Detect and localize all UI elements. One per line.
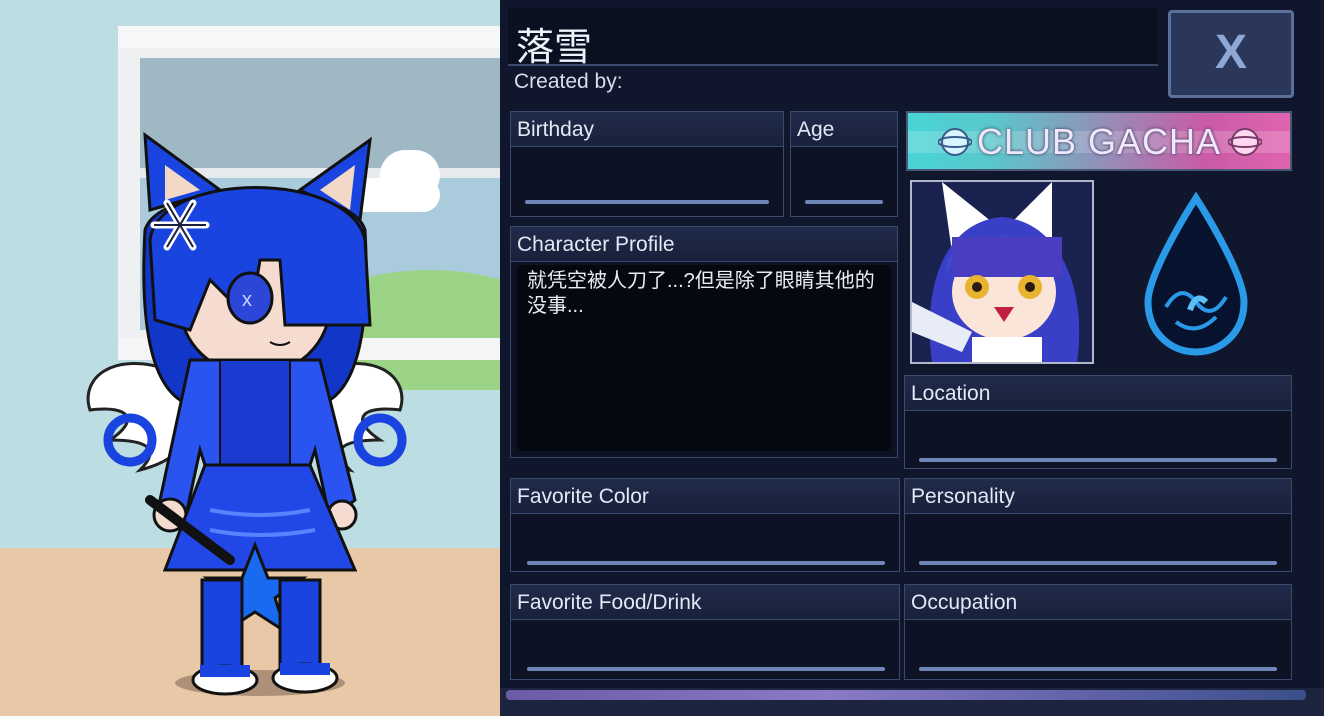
- personality-underline: [919, 561, 1277, 565]
- name-header: 落雪: [508, 8, 1158, 69]
- occupation-field[interactable]: Occupation: [904, 584, 1292, 680]
- created-by-label: Created by:: [514, 70, 623, 93]
- favorite-color-underline: [527, 561, 885, 565]
- character-scene: x: [0, 0, 500, 716]
- personality-field[interactable]: Personality: [904, 478, 1292, 572]
- age-label: Age: [797, 118, 835, 141]
- svg-text:x: x: [242, 289, 252, 311]
- location-field[interactable]: Location: [904, 375, 1292, 469]
- favorite-food-header: Favorite Food/Drink: [511, 585, 899, 620]
- character-profile-label: Character Profile: [517, 233, 675, 256]
- personality-label: Personality: [911, 485, 1015, 508]
- age-underline: [805, 200, 883, 204]
- favorite-food-field[interactable]: Favorite Food/Drink: [510, 584, 900, 680]
- birthday-label: Birthday: [517, 118, 595, 141]
- occupation-label: Occupation: [911, 591, 1018, 614]
- location-header: Location: [905, 376, 1291, 411]
- character-profile-field[interactable]: Character Profile 就凭空被人刀了...?但是除了眼睛其他的没事…: [510, 226, 898, 458]
- favorite-food-label: Favorite Food/Drink: [517, 591, 702, 614]
- occupation-header: Occupation: [905, 585, 1291, 620]
- water-drop-icon: [1144, 192, 1248, 356]
- age-field[interactable]: Age: [790, 111, 898, 217]
- bottom-accent: [506, 690, 1306, 700]
- favorite-color-header: Favorite Color: [511, 479, 899, 514]
- close-button[interactable]: X: [1168, 10, 1294, 98]
- birthday-field[interactable]: Birthday: [510, 111, 784, 217]
- personality-header: Personality: [905, 479, 1291, 514]
- favorite-food-underline: [527, 667, 885, 671]
- window-top: [118, 26, 500, 48]
- age-header: Age: [791, 112, 897, 147]
- birthday-underline: [525, 200, 769, 204]
- close-x-icon: X: [1214, 26, 1247, 79]
- location-label: Location: [911, 382, 991, 405]
- character-profile-text: 就凭空被人刀了...?但是除了眼睛其他的没事...: [527, 270, 875, 317]
- avatar-portrait: [910, 180, 1094, 364]
- birthday-header: Birthday: [511, 112, 783, 147]
- character-profile-header: Character Profile: [511, 227, 897, 262]
- character-sprite: x: [86, 131, 407, 696]
- avatar-image: [912, 182, 1092, 362]
- club-gacha-banner: CLUB GACHA: [906, 111, 1292, 171]
- character-profile-panel: 落雪 Created by: X Birthday Age Character …: [500, 0, 1324, 716]
- location-underline: [919, 458, 1277, 462]
- banner-text: CLUB GACHA: [976, 121, 1222, 162]
- occupation-underline: [919, 667, 1277, 671]
- favorite-color-field[interactable]: Favorite Color: [510, 478, 900, 572]
- character-name: 落雪: [516, 27, 593, 69]
- favorite-color-label: Favorite Color: [517, 485, 649, 508]
